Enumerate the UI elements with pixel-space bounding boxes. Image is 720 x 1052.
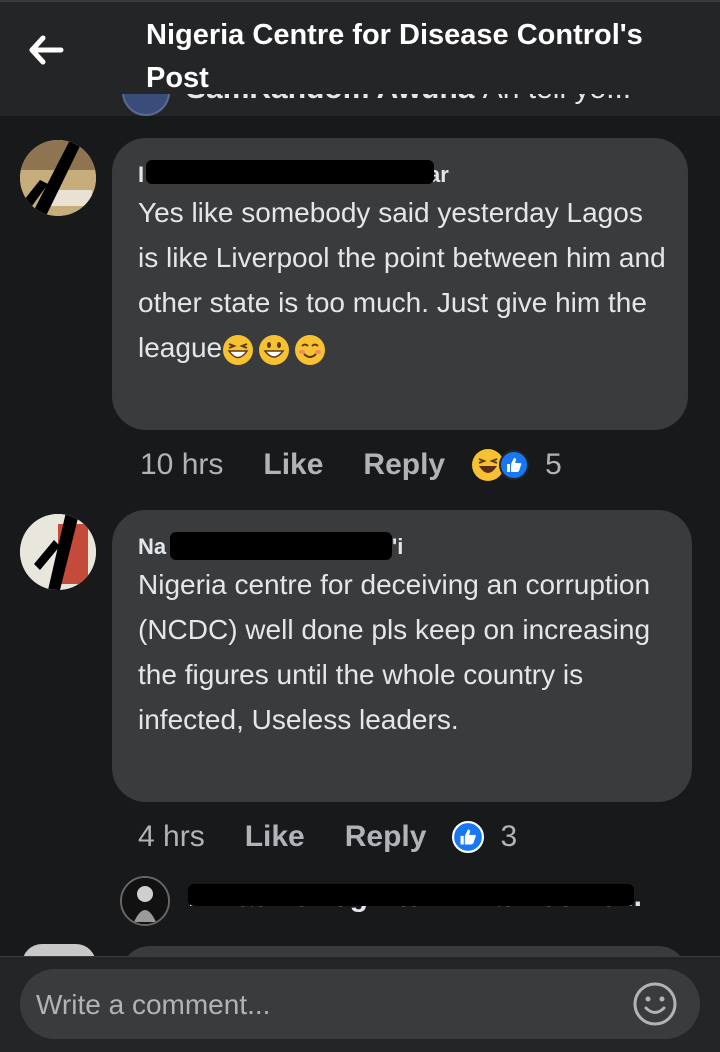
comment-author[interactable]: Na 'i — [138, 534, 403, 560]
reply-button[interactable]: Reply — [363, 448, 445, 482]
reply-button[interactable]: Reply — [345, 820, 427, 854]
comment-text: Yes like somebody said yesterday Lagos i… — [138, 190, 668, 370]
comment-text: Nigeria centre for deceiving an corrupti… — [138, 569, 651, 735]
avatar-image — [20, 140, 96, 216]
comment-composer-bar — [0, 956, 720, 1052]
comment-meta: 10 hrs Like Reply 5 — [140, 448, 562, 482]
reaction-count: 3 — [500, 820, 518, 853]
like-reaction-icon — [452, 821, 485, 853]
comment-bubble[interactable]: I ar Yes like somebody said yesterday La… — [112, 138, 688, 430]
author-name-visible: Na — [138, 534, 167, 559]
timestamp[interactable]: 10 hrs — [140, 448, 223, 482]
comment-input[interactable] — [34, 969, 618, 1041]
back-button[interactable] — [24, 30, 68, 70]
reaction-summary[interactable]: 5 — [471, 448, 562, 482]
grinning-squinting-face-icon — [223, 334, 254, 365]
redaction-mark — [146, 160, 434, 184]
like-button[interactable]: Like — [263, 448, 323, 482]
avatar[interactable] — [20, 140, 96, 216]
author-name-visible: I — [138, 162, 145, 187]
reaction-count: 5 — [545, 448, 562, 481]
like-reaction-icon — [499, 450, 530, 480]
comment-body: Yes like somebody said yesterday Lagos i… — [138, 197, 666, 363]
comment-composer[interactable] — [20, 969, 700, 1041]
top-bar: Nigeria Centre for Disease Control's Pos… — [0, 0, 720, 94]
back-arrow-icon — [29, 35, 64, 65]
timestamp[interactable]: 4 hrs — [138, 820, 205, 854]
comment-author[interactable]: I ar — [138, 162, 449, 188]
like-button[interactable]: Like — [245, 820, 305, 854]
avatar[interactable] — [20, 514, 96, 590]
comment-bubble[interactable]: Na 'i Nigeria centre for deceiving an co… — [112, 510, 692, 802]
avatar — [120, 876, 170, 926]
redaction-mark — [170, 532, 392, 560]
redaction-mark — [188, 884, 634, 906]
emoji-picker-icon[interactable] — [632, 981, 678, 1027]
avatar-image — [20, 514, 96, 590]
avatar-image — [122, 878, 168, 924]
comment-meta: 4 hrs Like Reply 3 — [138, 820, 517, 854]
grinning-face-icon — [259, 334, 290, 365]
page-title: Nigeria Centre for Disease Control's Pos… — [146, 19, 643, 94]
author-name-tail: 'i — [392, 534, 404, 559]
smiling-face-icon — [295, 334, 326, 365]
reply-preview[interactable]: Miztah Onog Atunmwa Dechie... — [0, 872, 720, 928]
reaction-summary[interactable]: 3 — [452, 820, 517, 854]
emoji-group — [222, 332, 326, 365]
